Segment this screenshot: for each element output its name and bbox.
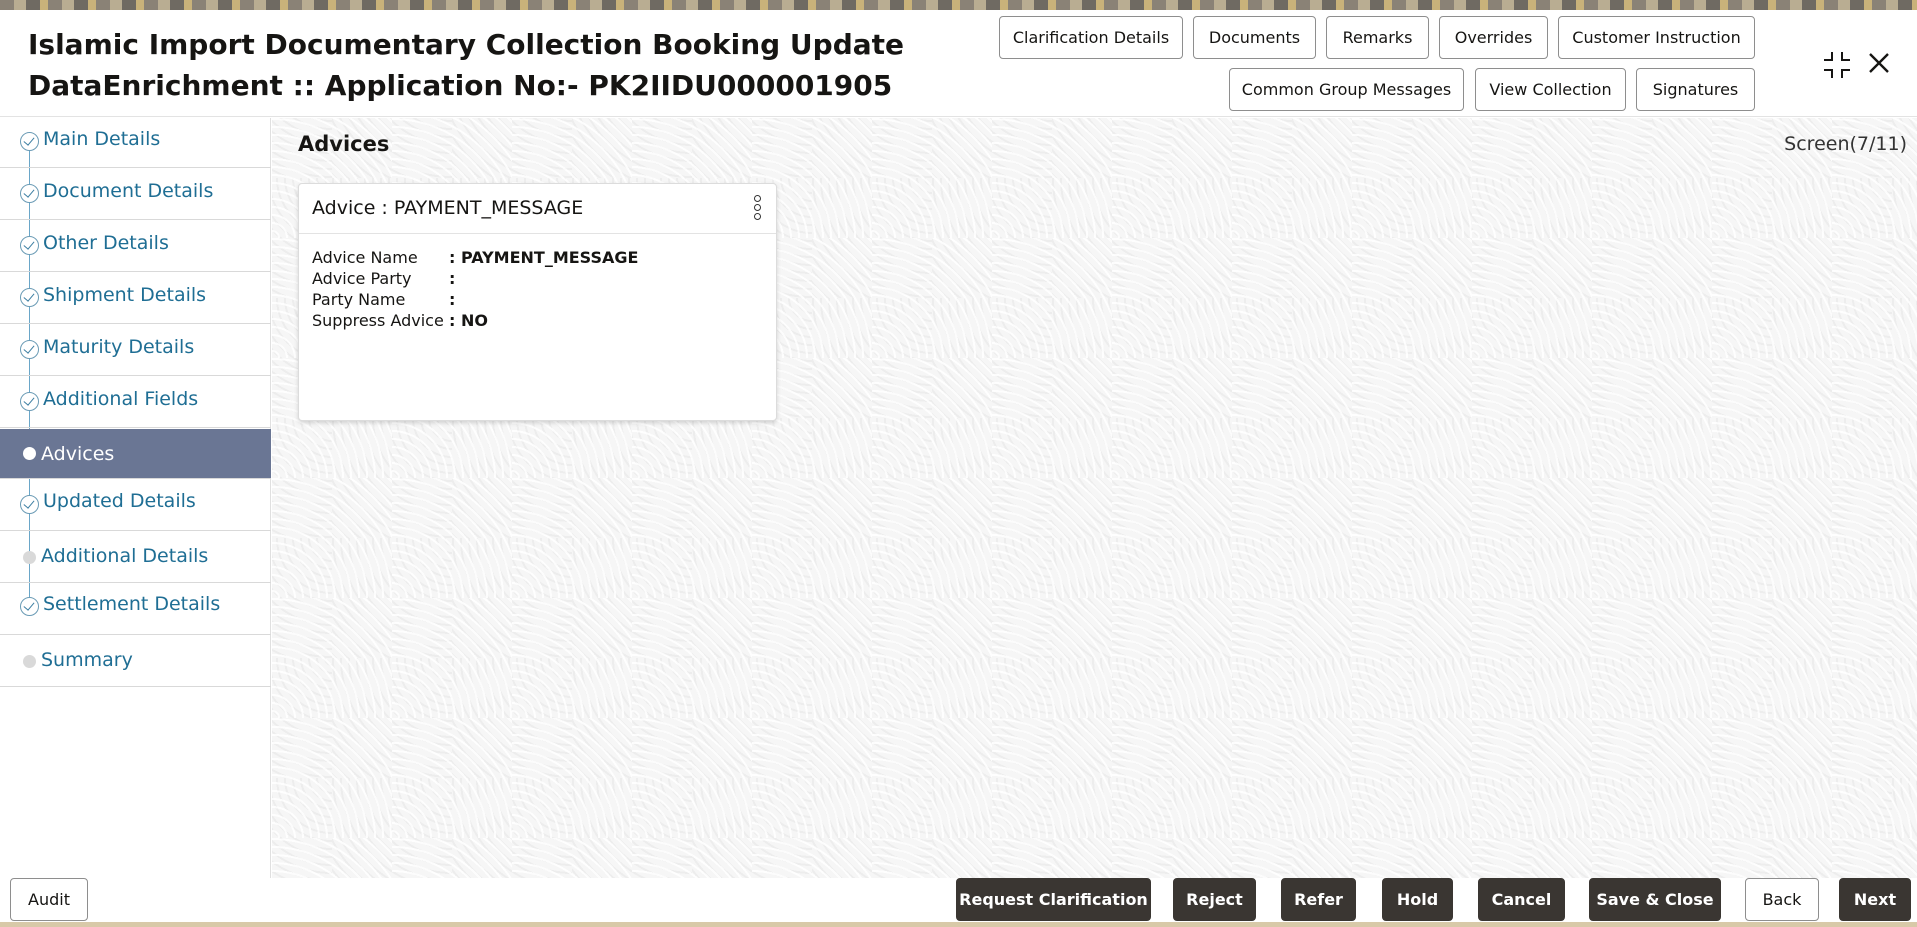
check-icon <box>20 132 39 151</box>
reject-button[interactable]: Reject <box>1173 878 1256 921</box>
main-content: Advices Screen(7/11) Advice : PAYMENT_ME… <box>272 118 1917 878</box>
sidebar-item-label: Other Details <box>43 232 169 254</box>
common-group-messages-button[interactable]: Common Group Messages <box>1229 68 1464 111</box>
check-icon <box>20 392 39 411</box>
sidebar-item-label: Summary <box>41 649 133 671</box>
sidebar-item-shipment-details[interactable]: Shipment Details <box>0 272 271 324</box>
next-button[interactable]: Next <box>1839 878 1911 921</box>
page-title-line2: DataEnrichment :: Application No:- PK2II… <box>28 69 893 102</box>
advice-card-header: Advice : PAYMENT_MESSAGE <box>299 184 776 234</box>
advice-field-row: Suppress Advice : NO <box>312 311 638 332</box>
section-title: Advices <box>298 132 390 156</box>
top-decor-strip <box>0 0 1917 10</box>
overrides-button[interactable]: Overrides <box>1439 16 1548 59</box>
advice-card-body: Advice Name : PAYMENT_MESSAGE Advice Par… <box>312 248 638 332</box>
back-button[interactable]: Back <box>1745 878 1819 921</box>
field-value: : <box>449 290 456 309</box>
field-value: : <box>449 269 456 288</box>
sidebar-item-additional-fields[interactable]: Additional Fields <box>0 376 271 428</box>
documents-button[interactable]: Documents <box>1193 16 1316 59</box>
audit-button[interactable]: Audit <box>10 878 88 921</box>
sidebar-nav: Main Details Document Details Other Deta… <box>0 118 271 878</box>
clarification-details-button[interactable]: Clarification Details <box>999 16 1183 59</box>
sidebar-item-other-details[interactable]: Other Details <box>0 220 271 272</box>
field-label: Party Name <box>312 290 406 309</box>
hold-button[interactable]: Hold <box>1382 878 1453 921</box>
sidebar-item-label: Document Details <box>43 180 214 202</box>
sidebar-item-label: Maturity Details <box>43 336 195 358</box>
compress-icon[interactable] <box>1822 50 1852 86</box>
field-value: : PAYMENT_MESSAGE <box>449 248 639 267</box>
view-collection-button[interactable]: View Collection <box>1475 68 1626 111</box>
field-value: : NO <box>449 311 488 330</box>
sidebar-item-label: Main Details <box>43 128 161 150</box>
screen-counter: Screen(7/11) <box>1784 133 1907 155</box>
field-label: Advice Party <box>312 269 412 288</box>
pending-step-dot-icon <box>23 655 36 668</box>
remarks-button[interactable]: Remarks <box>1326 16 1429 59</box>
signatures-button[interactable]: Signatures <box>1636 68 1755 111</box>
advice-field-row: Advice Name : PAYMENT_MESSAGE <box>312 248 638 269</box>
sidebar-item-document-details[interactable]: Document Details <box>0 168 271 220</box>
check-icon <box>20 340 39 359</box>
field-label: Advice Name <box>312 248 418 267</box>
current-step-dot-icon <box>23 447 36 460</box>
sidebar-item-updated-details[interactable]: Updated Details <box>0 479 271 531</box>
sidebar-item-additional-details[interactable]: Additional Details <box>0 531 271 583</box>
close-icon[interactable] <box>1866 50 1892 82</box>
save-and-close-button[interactable]: Save & Close <box>1589 878 1721 921</box>
sidebar-item-label: Updated Details <box>43 490 196 512</box>
page-title-line1: Islamic Import Documentary Collection Bo… <box>28 28 905 61</box>
sidebar-item-advices[interactable]: Advices <box>0 429 271 479</box>
field-label: Suppress Advice <box>312 311 444 330</box>
sidebar-item-label: Additional Fields <box>43 388 199 410</box>
request-clarification-button[interactable]: Request Clarification <box>956 878 1151 921</box>
pending-step-dot-icon <box>23 551 36 564</box>
footer-action-bar: Audit Request Clarification Reject Refer… <box>0 878 1917 922</box>
advice-field-row: Advice Party : <box>312 269 638 290</box>
sidebar-item-label: Additional Details <box>41 545 209 567</box>
sidebar-item-maturity-details[interactable]: Maturity Details <box>0 324 271 376</box>
advice-card: Advice : PAYMENT_MESSAGE Advice Name : P… <box>298 183 777 421</box>
refer-button[interactable]: Refer <box>1281 878 1356 921</box>
sidebar-item-label: Settlement Details <box>43 593 221 615</box>
check-icon <box>20 184 39 203</box>
advice-card-title: Advice : PAYMENT_MESSAGE <box>312 197 584 219</box>
customer-instruction-button[interactable]: Customer Instruction <box>1558 16 1755 59</box>
page-title: Islamic Import Documentary Collection Bo… <box>28 24 905 106</box>
sidebar-item-settlement-details[interactable]: Settlement Details <box>0 583 271 635</box>
sidebar-item-label: Advices <box>41 443 115 465</box>
check-icon <box>20 495 39 514</box>
check-icon <box>20 597 39 616</box>
check-icon <box>20 236 39 255</box>
header: Islamic Import Documentary Collection Bo… <box>0 10 1917 117</box>
bottom-decor-strip <box>0 922 1917 927</box>
sidebar-item-summary[interactable]: Summary <box>0 635 271 687</box>
sidebar-item-label: Shipment Details <box>43 284 207 306</box>
cancel-button[interactable]: Cancel <box>1478 878 1565 921</box>
kebab-menu-icon[interactable] <box>752 193 762 225</box>
sidebar-item-main-details[interactable]: Main Details <box>0 118 271 168</box>
check-icon <box>20 288 39 307</box>
advice-field-row: Party Name : <box>312 290 638 311</box>
